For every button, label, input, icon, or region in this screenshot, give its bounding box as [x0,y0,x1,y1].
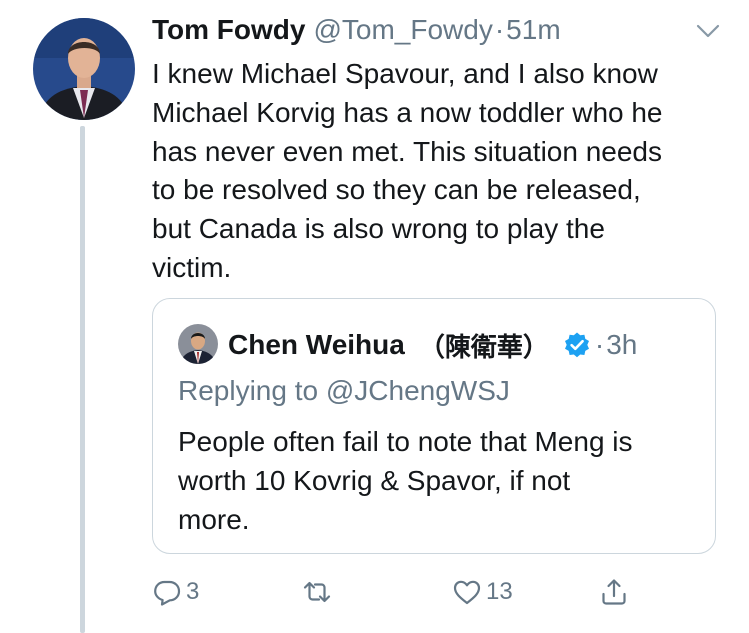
quoted-text-line: more. [178,504,250,535]
quoted-text-line: People often fail to note that Meng is [178,426,633,457]
quoted-tweet-card[interactable]: Chen Weihua （陳衛華） · 3h Replying to @JChe… [152,298,716,554]
tweet-text-line: has never even met. This situation needs [152,135,663,167]
retweet-icon [303,581,331,603]
tweet-text-line: to be resolved so they can be released, [152,174,641,206]
verified-badge-icon [564,332,589,358]
author-avatar[interactable] [33,18,135,120]
like-count: 13 [486,578,513,605]
like-icon [453,580,481,605]
share-button[interactable] [599,570,629,614]
author-name[interactable]: Tom Fowdy [152,14,305,46]
separator-dot: · [594,329,605,360]
tweet-text: I knew Michael Spavour, and I also know … [152,55,737,288]
quoted-author-name[interactable]: Chen Weihua [228,329,405,361]
retweet-button[interactable] [302,570,336,614]
quoted-tweet-timestamp[interactable]: 3h [606,329,637,361]
quoted-author-avatar[interactable] [178,324,218,364]
share-icon [602,579,626,605]
tweet-text-line: victim. [152,251,232,283]
quoted-text-line: worth 10 Kovrig & Spavor, if not [178,465,571,496]
thread-line [80,126,85,633]
tweet-timestamp[interactable]: 51m [506,14,560,46]
quoted-tweet-text: People often fail to note that Meng is w… [178,422,698,539]
replying-to-label: Replying to @JChengWSJ [178,375,510,406]
tweet-header: Tom Fowdy @Tom_Fowdy · 51m [152,14,561,50]
like-button[interactable]: 13 [452,570,513,614]
reply-count: 3 [186,578,200,605]
tweet-text-line: I knew Michael Spavour, and I also know [152,58,658,89]
author-handle[interactable]: @Tom_Fowdy [313,14,492,46]
chevron-down-icon[interactable] [695,22,721,40]
tweet-text-line: but Canada is also wrong to play the [152,213,605,245]
tweet-actions: 3 13 [152,570,642,614]
reply-button[interactable]: 3 [152,570,199,614]
separator-dot: · [494,14,505,45]
reply-icon [154,580,181,606]
tweet-text-line: Michael Korvig has a now toddler who he [152,96,663,128]
quoted-tweet-header: Chen Weihua （陳衛華） · 3h [228,325,637,365]
quoted-author-name-cjk[interactable]: （陳衛華） [419,327,549,364]
